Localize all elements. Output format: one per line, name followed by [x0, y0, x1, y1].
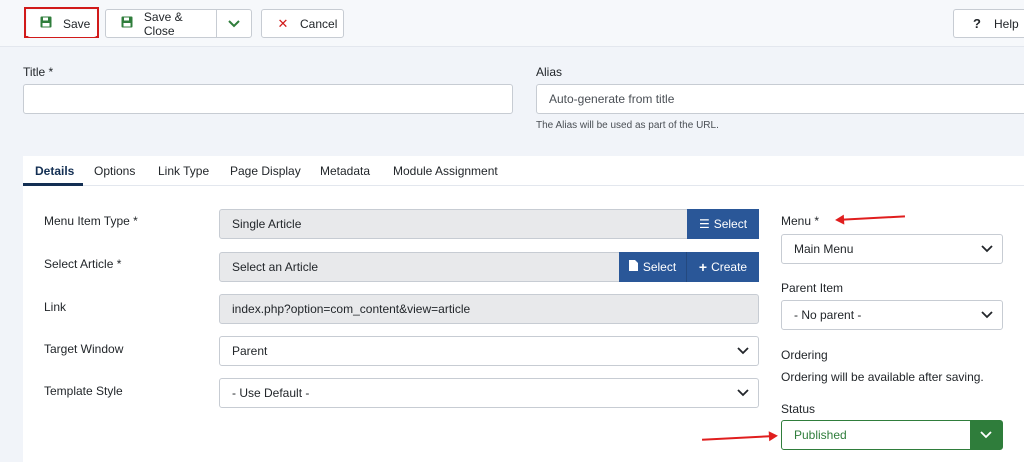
menu-select[interactable]: Main Menu: [781, 234, 1003, 264]
save-options-dropdown-button[interactable]: [216, 9, 252, 38]
tab-metadata[interactable]: Metadata: [320, 164, 370, 178]
status-label: Status: [781, 402, 816, 416]
ordering-text: Ordering will be available after saving.: [781, 370, 984, 384]
alias-input[interactable]: Auto-generate from title: [536, 84, 1024, 114]
tab-page-display[interactable]: Page Display: [230, 164, 301, 178]
menu-item-type-label: Menu Item Type *: [44, 214, 138, 228]
save-close-button[interactable]: Save & Close: [105, 9, 217, 38]
target-window-value: Parent: [232, 344, 268, 358]
parent-item-select[interactable]: - No parent -: [781, 300, 1003, 330]
select-article-create-button[interactable]: + Create: [687, 252, 759, 282]
tab-bar: Details Options Link Type Page Display M…: [23, 156, 1024, 186]
tab-link-type[interactable]: Link Type: [158, 164, 209, 178]
tab-options[interactable]: Options: [94, 164, 135, 178]
chevron-down-icon: [728, 379, 758, 407]
template-style-label: Template Style: [44, 384, 123, 398]
floppy-disk-icon: [120, 16, 134, 31]
title-label: Title *: [23, 65, 54, 79]
floppy-disk-icon: [39, 16, 53, 31]
select-article-select-label: Select: [642, 260, 677, 274]
close-icon: ✕: [277, 15, 289, 31]
tab-details[interactable]: Details: [35, 164, 74, 178]
save-label: Save: [63, 16, 91, 31]
target-window-label: Target Window: [44, 342, 124, 356]
chevron-down-icon: [228, 17, 240, 31]
ordering-label: Ordering: [781, 348, 828, 362]
question-icon: ?: [973, 16, 981, 31]
alias-placeholder: Auto-generate from title: [549, 92, 675, 106]
chevron-down-icon: [972, 235, 1002, 263]
link-field: index.php?option=com_content&view=articl…: [219, 294, 759, 324]
select-article-create-label: Create: [711, 260, 748, 274]
menu-item-type-select-label: Select: [713, 217, 748, 231]
chevron-down-icon: [728, 337, 758, 365]
menu-item-type-value: Single Article: [232, 217, 302, 231]
title-input[interactable]: [23, 84, 513, 114]
parent-item-label: Parent Item: [781, 281, 844, 295]
select-article-label: Select Article *: [44, 257, 122, 271]
link-label: Link: [44, 300, 67, 314]
help-label: Help: [994, 16, 1019, 31]
link-value: index.php?option=com_content&view=articl…: [232, 302, 471, 316]
alias-hint: The Alias will be used as part of the UR…: [536, 120, 719, 131]
chevron-down-icon: [972, 301, 1002, 329]
cancel-button[interactable]: ✕ Cancel: [261, 9, 344, 38]
menu-item-type-select-button[interactable]: ☰ Select: [687, 209, 759, 239]
status-select[interactable]: Published: [781, 420, 1003, 450]
toolbar: Save Save & Close ✕ Cancel ? Help: [0, 0, 1024, 47]
menu-item-type-field: Single Article: [219, 209, 759, 239]
save-close-label: Save & Close: [143, 9, 183, 38]
target-window-select[interactable]: Parent: [219, 336, 759, 366]
help-button[interactable]: ? Help: [953, 9, 1024, 38]
parent-item-value: - No parent -: [794, 308, 862, 322]
select-article-select-button[interactable]: Select: [619, 252, 687, 282]
menu-value: Main Menu: [794, 242, 854, 256]
cancel-label: Cancel: [300, 16, 338, 31]
list-icon: ☰: [698, 217, 710, 231]
status-value: Published: [794, 428, 847, 442]
chevron-down-icon: [970, 421, 1002, 449]
active-tab-indicator: [23, 183, 83, 186]
alias-label: Alias: [536, 65, 563, 79]
save-button[interactable]: Save: [27, 10, 97, 37]
template-style-select[interactable]: - Use Default -: [219, 378, 759, 408]
tab-module-assignment[interactable]: Module Assignment: [393, 164, 498, 178]
plus-icon: +: [698, 259, 708, 275]
select-article-value: Select an Article: [232, 260, 319, 274]
template-style-value: - Use Default -: [232, 386, 310, 400]
menu-label: Menu *: [781, 214, 820, 228]
file-icon: [628, 260, 638, 274]
